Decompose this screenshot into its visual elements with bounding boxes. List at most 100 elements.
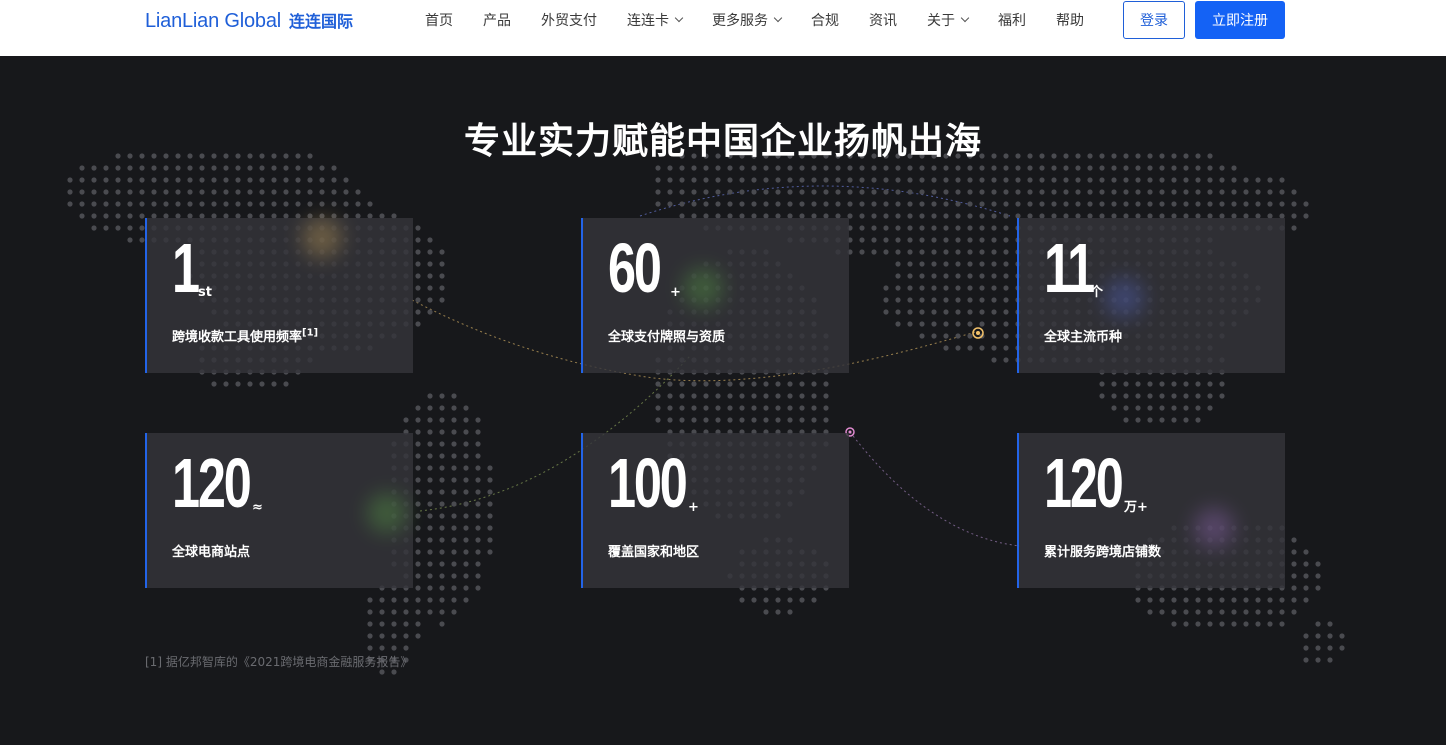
map-dot	[991, 261, 997, 267]
map-dot	[1195, 417, 1201, 423]
map-dot	[247, 165, 253, 171]
map-dot	[427, 501, 433, 507]
map-dot	[1279, 597, 1285, 603]
map-dot	[1003, 297, 1009, 303]
map-dot	[1003, 165, 1009, 171]
nav-item-benefits[interactable]: 福利	[998, 10, 1026, 30]
nav-item-trade-payment[interactable]: 外贸支付	[541, 10, 597, 30]
nav-item-products[interactable]: 产品	[483, 10, 511, 30]
map-dot	[235, 381, 241, 387]
map-dot	[1159, 381, 1165, 387]
map-dot	[895, 237, 901, 243]
map-dot	[295, 177, 301, 183]
map-dot	[403, 645, 409, 651]
map-dot	[1303, 573, 1309, 579]
map-dot	[319, 189, 325, 195]
map-dot	[295, 165, 301, 171]
map-dot	[91, 213, 97, 219]
stat-card: 11 个 全球主流币种	[1017, 218, 1285, 373]
map-dot	[847, 201, 853, 207]
map-dot	[931, 309, 937, 315]
map-dot	[1195, 381, 1201, 387]
map-dot	[1315, 561, 1321, 567]
map-dot	[895, 273, 901, 279]
map-dot	[1243, 201, 1249, 207]
map-dot	[907, 225, 913, 231]
map-dot	[1267, 177, 1273, 183]
nav-item-home[interactable]: 首页	[425, 10, 453, 30]
map-dot	[967, 225, 973, 231]
map-dot	[1291, 201, 1297, 207]
map-dot	[751, 189, 757, 195]
stat-value: 120 ≈	[172, 444, 263, 522]
map-dot	[811, 597, 817, 603]
nav-item-more-services[interactable]: 更多服务	[712, 10, 783, 30]
map-dot	[919, 285, 925, 291]
register-button[interactable]: 立即注册	[1195, 1, 1285, 39]
map-dot	[175, 165, 181, 171]
map-dot	[763, 201, 769, 207]
nav-item-compliance[interactable]: 合规	[811, 10, 839, 30]
map-dot	[727, 381, 733, 387]
map-dot	[139, 225, 145, 231]
map-dot	[1135, 201, 1141, 207]
logo[interactable]: LianLian Global 连连国际	[145, 8, 353, 33]
nav-item-about[interactable]: 关于	[927, 10, 970, 30]
stat-label: 全球电商站点	[172, 545, 251, 560]
map-dot	[367, 633, 373, 639]
map-dot	[1255, 177, 1261, 183]
map-dot	[79, 201, 85, 207]
map-dot	[811, 393, 817, 399]
map-dot	[799, 165, 805, 171]
map-dot	[475, 465, 481, 471]
map-dot	[307, 165, 313, 171]
map-dot	[1003, 345, 1009, 351]
map-dot	[691, 393, 697, 399]
map-dot	[895, 309, 901, 315]
map-dot	[859, 201, 865, 207]
map-dot	[1315, 645, 1321, 651]
map-dot	[1231, 201, 1237, 207]
login-button[interactable]: 登录	[1123, 1, 1185, 39]
map-dot	[451, 525, 457, 531]
map-dot	[1159, 165, 1165, 171]
map-dot	[871, 225, 877, 231]
map-dot	[319, 201, 325, 207]
map-dot	[811, 165, 817, 171]
map-dot	[919, 309, 925, 315]
map-dot	[667, 189, 673, 195]
map-dot	[895, 177, 901, 183]
nav-item-card[interactable]: 连连卡	[627, 10, 684, 30]
stat-card: 120 ≈ 全球电商站点	[145, 433, 413, 588]
map-dot	[1207, 597, 1213, 603]
map-dot	[463, 585, 469, 591]
map-dot	[835, 189, 841, 195]
map-dot	[883, 285, 889, 291]
stat-value: 11 个	[1044, 229, 1104, 307]
map-dot	[931, 177, 937, 183]
map-dot	[103, 225, 109, 231]
map-dot	[1003, 249, 1009, 255]
map-dot	[307, 177, 313, 183]
map-dot	[1015, 189, 1021, 195]
map-dot	[475, 501, 481, 507]
map-dot	[187, 189, 193, 195]
map-dot	[871, 213, 877, 219]
map-dot	[871, 201, 877, 207]
map-dot	[175, 177, 181, 183]
nav-item-help[interactable]: 帮助	[1056, 10, 1084, 30]
map-dot	[1111, 189, 1117, 195]
map-dot	[427, 561, 433, 567]
map-dot	[1279, 177, 1285, 183]
map-dot	[943, 261, 949, 267]
map-dot	[1171, 201, 1177, 207]
map-dot	[703, 177, 709, 183]
map-dot	[979, 297, 985, 303]
map-dot	[1207, 381, 1213, 387]
nav-item-news[interactable]: 资讯	[869, 10, 897, 30]
map-dot	[283, 201, 289, 207]
map-dot	[835, 177, 841, 183]
map-dot	[991, 357, 997, 363]
map-dot	[1123, 417, 1129, 423]
map-dot	[919, 249, 925, 255]
